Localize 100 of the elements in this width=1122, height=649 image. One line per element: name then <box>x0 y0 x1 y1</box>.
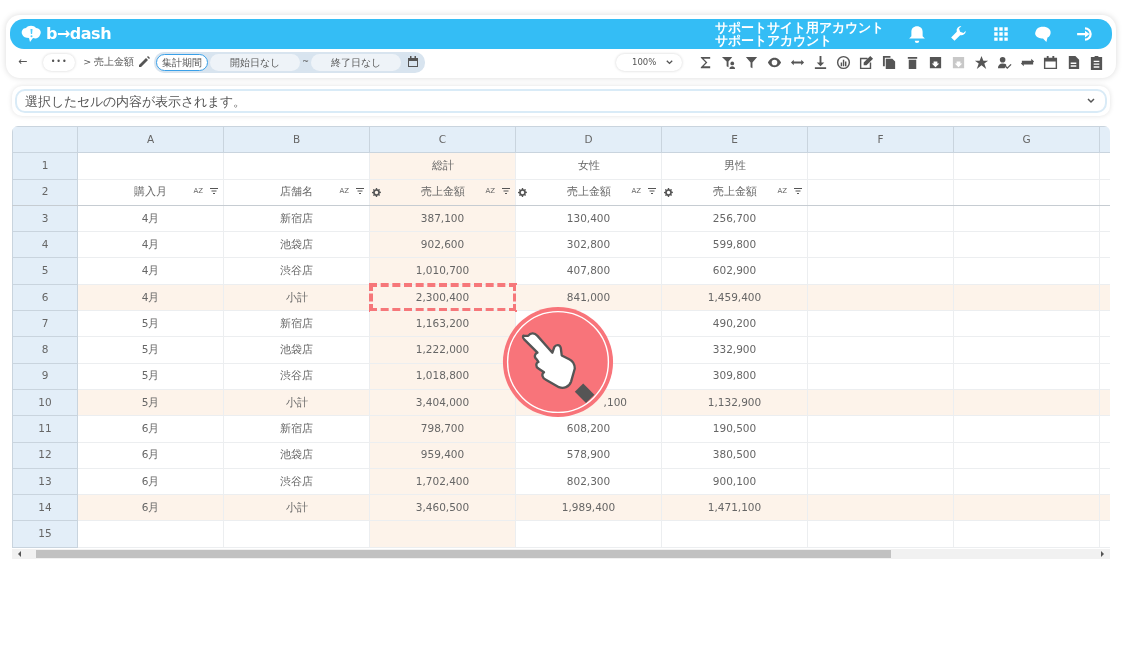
filter-lines-icon[interactable] <box>355 185 365 196</box>
table-cell: 602,900 <box>712 264 757 277</box>
table-cell: 6月 <box>141 448 160 461</box>
row-header[interactable]: 5 <box>12 258 78 285</box>
table-cell: 池袋店 <box>280 448 313 461</box>
more-button[interactable]: ••• <box>43 53 76 71</box>
table-cell: 新宿店 <box>280 422 313 435</box>
filter-lines-icon[interactable] <box>647 185 657 196</box>
table-cell: 1,132,900 <box>707 395 762 408</box>
zoom-select[interactable]: 100% <box>616 53 682 71</box>
table-cell: 1,989,400 <box>561 500 616 513</box>
field-label: 売上金額 <box>712 185 757 198</box>
account-name: サポートアカウント <box>715 34 833 48</box>
table-cell: 309,800 <box>712 369 757 382</box>
user-filter-icon[interactable] <box>721 54 736 70</box>
gear-icon[interactable] <box>518 187 527 197</box>
clipboard-icon[interactable] <box>1089 54 1104 70</box>
row-header[interactable]: 15 <box>12 520 78 548</box>
table-cell: 332,900 <box>712 343 757 356</box>
column-header[interactable]: D <box>515 126 662 153</box>
table-cell: 1,702,400 <box>415 474 470 487</box>
gear-icon[interactable] <box>372 187 381 197</box>
calendar-icon[interactable] <box>406 56 419 68</box>
table-cell: 1,222,000 <box>415 343 470 356</box>
table-cell: 男性 <box>723 159 746 172</box>
back-button[interactable]: ← <box>18 53 28 71</box>
copy-icon[interactable] <box>882 54 897 70</box>
pencil-icon[interactable] <box>138 56 151 68</box>
sigma-icon[interactable] <box>698 54 713 70</box>
account-name: サポートサイト用アカウント <box>715 20 884 34</box>
row-header[interactable]: 8 <box>12 336 78 364</box>
row-header[interactable]: 4 <box>12 231 78 258</box>
horizontal-scrollbar[interactable] <box>12 548 1110 559</box>
table-cell: 6月 <box>141 422 160 435</box>
table-cell: 新宿店 <box>280 316 313 329</box>
filter-lines-icon[interactable] <box>793 185 803 196</box>
row-header[interactable]: 11 <box>12 415 78 443</box>
cell-content-field[interactable]: 選択したセルの内容が表示されます。 <box>15 89 1107 113</box>
table-cell: 1,018,800 <box>415 369 470 382</box>
field-label: 店舗名 <box>280 185 313 198</box>
column-header[interactable]: B <box>223 126 370 153</box>
table-cell: 5月 <box>141 369 160 382</box>
table-cell: 1,471,100 <box>707 500 762 513</box>
chevron-down-icon[interactable] <box>1086 96 1096 106</box>
table-cell: 130,400 <box>566 211 611 224</box>
trash-icon[interactable] <box>905 54 920 70</box>
column-header[interactable]: E <box>661 126 808 153</box>
table-cell: 2,300,400 <box>415 290 470 303</box>
column-header[interactable]: C <box>369 126 516 153</box>
end-date-field[interactable]: 終了日なし <box>310 53 401 71</box>
table-cell: 1,459,400 <box>707 290 762 303</box>
row-header[interactable]: 1 <box>12 152 78 180</box>
scrollbar-thumb[interactable] <box>36 549 891 558</box>
document-icon[interactable] <box>1066 54 1081 70</box>
gear-icon[interactable] <box>664 187 673 197</box>
table-cell: 4月 <box>141 264 160 277</box>
row-header[interactable]: 7 <box>12 310 78 337</box>
table-cell: 3,404,000 <box>415 395 470 408</box>
table-cell: 6月 <box>141 500 160 513</box>
table-cell: 5月 <box>141 343 160 356</box>
table-cell: 900,100 <box>712 474 757 487</box>
breadcrumb-text: > 売上金額 <box>83 54 135 69</box>
table-cell: 池袋店 <box>280 343 313 356</box>
row-header[interactable]: 14 <box>12 494 78 521</box>
start-date-field[interactable]: 開始日なし <box>210 53 301 71</box>
table-cell: 798,700 <box>420 422 465 435</box>
archive-icon[interactable] <box>928 54 943 70</box>
column-header[interactable]: A <box>77 126 224 153</box>
table-cell: 302,800 <box>566 237 611 250</box>
table-cell: 4月 <box>141 237 160 250</box>
table-cell: 小計 <box>285 395 308 408</box>
calendar-icon[interactable] <box>1043 54 1058 70</box>
filter-lines-icon[interactable] <box>501 185 511 196</box>
star-icon[interactable] <box>974 54 989 70</box>
period-toggle[interactable]: 集計期間 <box>156 53 209 71</box>
scroll-right-icon[interactable] <box>1098 549 1106 558</box>
row-header[interactable]: 9 <box>12 363 78 390</box>
table-cell: 1,163,200 <box>415 316 470 329</box>
row-header[interactable]: 10 <box>12 389 78 416</box>
filter-icon[interactable] <box>744 54 759 70</box>
logo-icon <box>20 25 42 43</box>
column-header[interactable]: G <box>953 126 1100 153</box>
chevron-down-icon[interactable] <box>665 57 674 67</box>
column-header[interactable]: F <box>807 126 954 153</box>
table-cell: 599,800 <box>712 237 757 250</box>
row-header[interactable]: 2 <box>12 179 78 206</box>
edit-icon[interactable] <box>859 54 874 70</box>
table-cell: 4月 <box>141 211 160 224</box>
table-cell: ,100 <box>603 395 627 408</box>
user-check-icon[interactable] <box>997 54 1012 70</box>
row-header[interactable]: 3 <box>12 205 78 232</box>
row-header[interactable]: 12 <box>12 442 78 469</box>
table-cell: 総計 <box>431 159 454 172</box>
row-header[interactable]: 6 <box>12 284 78 311</box>
table-cell: 渋谷店 <box>280 369 313 382</box>
download-icon[interactable] <box>813 54 828 70</box>
table-cell: 902,600 <box>420 237 465 250</box>
filter-lines-icon[interactable] <box>209 185 219 196</box>
row-header[interactable]: 13 <box>12 468 78 495</box>
scroll-left-icon[interactable] <box>16 549 24 558</box>
